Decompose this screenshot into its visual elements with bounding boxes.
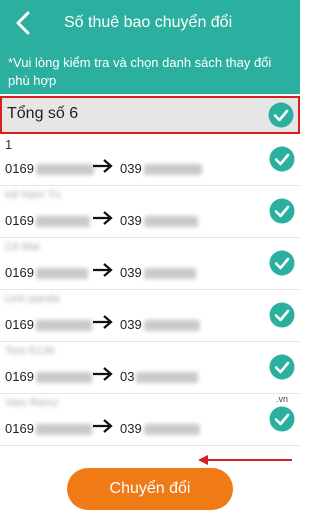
- contact-name: Vieo Remz: [5, 397, 59, 409]
- new-number-prefix: 039: [120, 421, 142, 436]
- contact-row[interactable]: 1 0169 039: [0, 134, 300, 186]
- check-circle-icon[interactable]: [269, 302, 295, 328]
- select-all-row[interactable]: Tổng số 6: [0, 96, 300, 134]
- old-number: 0169: [5, 213, 90, 228]
- page-title: Số thuê bao chuyển đổi: [64, 14, 233, 31]
- new-number-prefix: 039: [120, 161, 142, 176]
- arrow-right-icon: [93, 419, 113, 433]
- arrow-right-icon: [93, 159, 113, 173]
- chevron-left-icon: [16, 11, 30, 35]
- new-number: 039: [120, 213, 198, 228]
- old-number: 0169: [5, 265, 88, 280]
- arrow-right-icon: [93, 315, 113, 329]
- redacted-digits: [35, 164, 94, 176]
- new-number: 039: [120, 161, 202, 176]
- old-number-prefix: 0169: [5, 213, 34, 228]
- old-number: 0169: [5, 317, 92, 332]
- new-number: 039: [120, 317, 200, 332]
- check-circle-icon[interactable]: [269, 354, 295, 380]
- new-number: 039: [120, 265, 196, 280]
- instruction-notice: *Vui lòng kiểm tra và chọn danh sách tha…: [0, 46, 300, 94]
- contact-name: Linh panda: [5, 293, 60, 305]
- arrow-left-icon: [198, 455, 292, 465]
- contact-row[interactable]: Linh panda 0169 039: [0, 290, 300, 342]
- new-number-prefix: 039: [120, 213, 142, 228]
- contact-name: Kế Nam Tú: [5, 189, 61, 201]
- check-circle-icon[interactable]: [269, 146, 295, 172]
- redacted-digits: [143, 216, 198, 228]
- contact-list: 1 0169 039 Kế Nam Tú 0169 039 Cô Mai 0169 039 Lin…: [0, 134, 300, 446]
- redacted-digits: [136, 372, 199, 384]
- check-circle-icon[interactable]: [268, 102, 294, 128]
- redacted-digits: [35, 268, 88, 280]
- new-number-prefix: 039: [120, 265, 142, 280]
- arrow-right-icon: [93, 367, 113, 381]
- contact-row[interactable]: Vieo Remz 0169 039 .vn: [0, 394, 300, 446]
- redacted-digits: [35, 424, 92, 436]
- check-circle-icon[interactable]: [269, 198, 295, 224]
- old-number-prefix: 0169: [5, 369, 34, 384]
- total-count-label: Tổng số 6: [7, 105, 79, 122]
- redacted-digits: [35, 216, 90, 228]
- app-header: Số thuê bao chuyển đổi: [0, 0, 300, 46]
- old-number: 0169: [5, 369, 92, 384]
- new-number: 039: [120, 421, 200, 436]
- extra-text: .vn: [275, 394, 288, 404]
- check-circle-icon[interactable]: [269, 250, 295, 276]
- old-number: 0169: [5, 161, 94, 176]
- redacted-digits: [143, 320, 200, 332]
- new-number: 03: [120, 369, 199, 384]
- old-number-prefix: 0169: [5, 421, 34, 436]
- back-button[interactable]: [6, 6, 40, 40]
- redacted-digits: [143, 164, 202, 176]
- new-number-prefix: 03: [120, 369, 135, 384]
- check-circle-icon[interactable]: [269, 406, 295, 432]
- contact-name: 1: [5, 137, 13, 152]
- new-number-prefix: 039: [120, 317, 142, 332]
- old-number-prefix: 0169: [5, 265, 34, 280]
- old-number-prefix: 0169: [5, 317, 34, 332]
- contact-row[interactable]: Cô Mai 0169 039: [0, 238, 300, 290]
- redacted-digits: [143, 268, 196, 280]
- arrow-right-icon: [93, 263, 113, 277]
- redacted-digits: [35, 320, 92, 332]
- footer-bar: Chuyển đổi: [0, 455, 300, 513]
- arrow-right-icon: [93, 211, 113, 225]
- contact-row[interactable]: Tom K136 0169 03: [0, 342, 300, 394]
- old-number: 0169: [5, 421, 92, 436]
- contact-row[interactable]: Kế Nam Tú 0169 039: [0, 186, 300, 238]
- redacted-digits: [143, 424, 200, 436]
- contact-name: Cô Mai: [5, 241, 40, 253]
- old-number-prefix: 0169: [5, 161, 34, 176]
- contact-name: Tom K136: [5, 345, 55, 357]
- redacted-digits: [35, 372, 92, 384]
